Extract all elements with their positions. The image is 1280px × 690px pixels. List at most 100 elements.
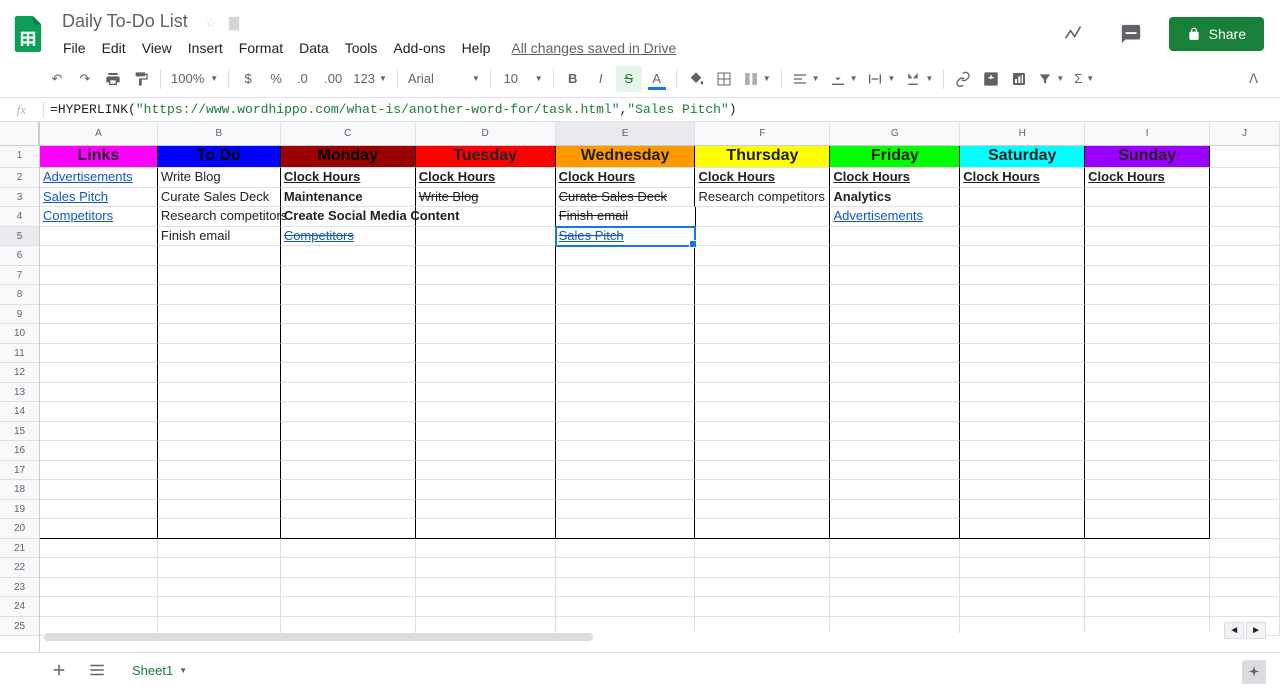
- cell-H24[interactable]: [960, 597, 1085, 617]
- cell-D4[interactable]: [416, 207, 556, 227]
- undo-button[interactable]: ↶: [44, 66, 70, 92]
- cell-D17[interactable]: [416, 461, 556, 481]
- cell-A4[interactable]: Competitors: [40, 207, 158, 227]
- cell-A14[interactable]: [40, 402, 158, 422]
- cell-C1[interactable]: Monday: [281, 146, 416, 168]
- cell-G4[interactable]: Advertisements: [830, 207, 960, 227]
- cell-H13[interactable]: [960, 383, 1085, 403]
- sheets-logo[interactable]: [8, 14, 48, 54]
- cell-I9[interactable]: [1085, 305, 1210, 325]
- cell-J1[interactable]: [1210, 146, 1280, 168]
- comment-button[interactable]: [978, 66, 1004, 92]
- cell-G15[interactable]: [830, 422, 960, 442]
- cell-D22[interactable]: [416, 558, 556, 578]
- cell-I5[interactable]: [1085, 227, 1210, 247]
- cell-B18[interactable]: [158, 480, 281, 500]
- cell-A15[interactable]: [40, 422, 158, 442]
- cell-A2[interactable]: Advertisements: [40, 168, 158, 188]
- cell-A11[interactable]: [40, 344, 158, 364]
- zoom-select[interactable]: 100%▼: [167, 69, 222, 88]
- cell-C12[interactable]: [281, 363, 416, 383]
- cell-F6[interactable]: [695, 246, 830, 266]
- select-all-corner[interactable]: [0, 122, 39, 146]
- cell-G24[interactable]: [830, 597, 960, 617]
- cell-D23[interactable]: [416, 578, 556, 598]
- cell-F17[interactable]: [695, 461, 830, 481]
- cell-I22[interactable]: [1085, 558, 1210, 578]
- cell-F13[interactable]: [695, 383, 830, 403]
- cell-E5[interactable]: Sales Pitch: [556, 227, 696, 247]
- cell-D14[interactable]: [416, 402, 556, 422]
- row-head-11[interactable]: 11: [0, 344, 39, 364]
- cell-D3[interactable]: Write Blog: [416, 188, 556, 208]
- col-head-F[interactable]: F: [695, 122, 830, 146]
- cell-I21[interactable]: [1085, 539, 1210, 559]
- cell-A9[interactable]: [40, 305, 158, 325]
- cell-J3[interactable]: [1210, 188, 1280, 208]
- cell-B15[interactable]: [158, 422, 281, 442]
- valign-button[interactable]: ▼: [826, 69, 862, 89]
- cell-E23[interactable]: [556, 578, 696, 598]
- cell-E9[interactable]: [556, 305, 696, 325]
- share-button[interactable]: Share: [1169, 17, 1264, 51]
- cell-I24[interactable]: [1085, 597, 1210, 617]
- row-head-12[interactable]: 12: [0, 363, 39, 383]
- cell-I23[interactable]: [1085, 578, 1210, 598]
- cell-C14[interactable]: [281, 402, 416, 422]
- cell-G5[interactable]: [830, 227, 960, 247]
- saved-indicator[interactable]: All changes saved in Drive: [511, 40, 676, 56]
- cell-B7[interactable]: [158, 266, 281, 286]
- cell-F7[interactable]: [695, 266, 830, 286]
- cell-J2[interactable]: [1210, 168, 1280, 188]
- cell-A20[interactable]: [40, 519, 158, 539]
- cell-E17[interactable]: [556, 461, 696, 481]
- font-size-select[interactable]: 10▼: [497, 69, 547, 88]
- cell-I11[interactable]: [1085, 344, 1210, 364]
- row-head-4[interactable]: 4: [0, 207, 39, 227]
- cell-E13[interactable]: [556, 383, 696, 403]
- strikethrough-button[interactable]: S: [616, 66, 642, 92]
- cell-B5[interactable]: Finish email: [158, 227, 281, 247]
- cell-J11[interactable]: [1210, 344, 1280, 364]
- functions-button[interactable]: Σ▼: [1070, 69, 1098, 88]
- cell-D6[interactable]: [416, 246, 556, 266]
- folder-icon[interactable]: ▇: [229, 15, 239, 31]
- cell-J8[interactable]: [1210, 285, 1280, 305]
- scroll-right-button[interactable]: ►: [1246, 622, 1266, 639]
- cell-I7[interactable]: [1085, 266, 1210, 286]
- cell-C19[interactable]: [281, 500, 416, 520]
- cell-E12[interactable]: [556, 363, 696, 383]
- cell-A3[interactable]: Sales Pitch: [40, 188, 158, 208]
- cell-D8[interactable]: [416, 285, 556, 305]
- row-head-17[interactable]: 17: [0, 461, 39, 481]
- cell-A12[interactable]: [40, 363, 158, 383]
- link-button[interactable]: [950, 66, 976, 92]
- cell-E19[interactable]: [556, 500, 696, 520]
- cell-G23[interactable]: [830, 578, 960, 598]
- chart-button[interactable]: [1006, 66, 1032, 92]
- cell-I14[interactable]: [1085, 402, 1210, 422]
- cell-E20[interactable]: [556, 519, 696, 539]
- cell-F12[interactable]: [695, 363, 830, 383]
- cell-G3[interactable]: Analytics: [830, 188, 960, 208]
- cell-J4[interactable]: [1210, 207, 1280, 227]
- bold-button[interactable]: B: [560, 66, 586, 92]
- grid[interactable]: ABCDEFGHIJ LinksTo DoMondayTuesdayWednes…: [40, 122, 1280, 652]
- cell-H11[interactable]: [960, 344, 1085, 364]
- cell-H10[interactable]: [960, 324, 1085, 344]
- cell-F20[interactable]: [695, 519, 830, 539]
- cell-E22[interactable]: [556, 558, 696, 578]
- cell-D5[interactable]: [416, 227, 556, 247]
- percent-button[interactable]: %: [263, 66, 289, 92]
- cell-C20[interactable]: [281, 519, 416, 539]
- row-head-3[interactable]: 3: [0, 188, 39, 208]
- cell-E14[interactable]: [556, 402, 696, 422]
- row-head-16[interactable]: 16: [0, 441, 39, 461]
- cell-G9[interactable]: [830, 305, 960, 325]
- cell-J9[interactable]: [1210, 305, 1280, 325]
- cell-H4[interactable]: [960, 207, 1085, 227]
- cell-C16[interactable]: [281, 441, 416, 461]
- cell-H1[interactable]: Saturday: [960, 146, 1085, 168]
- cell-H22[interactable]: [960, 558, 1085, 578]
- cell-F9[interactable]: [695, 305, 830, 325]
